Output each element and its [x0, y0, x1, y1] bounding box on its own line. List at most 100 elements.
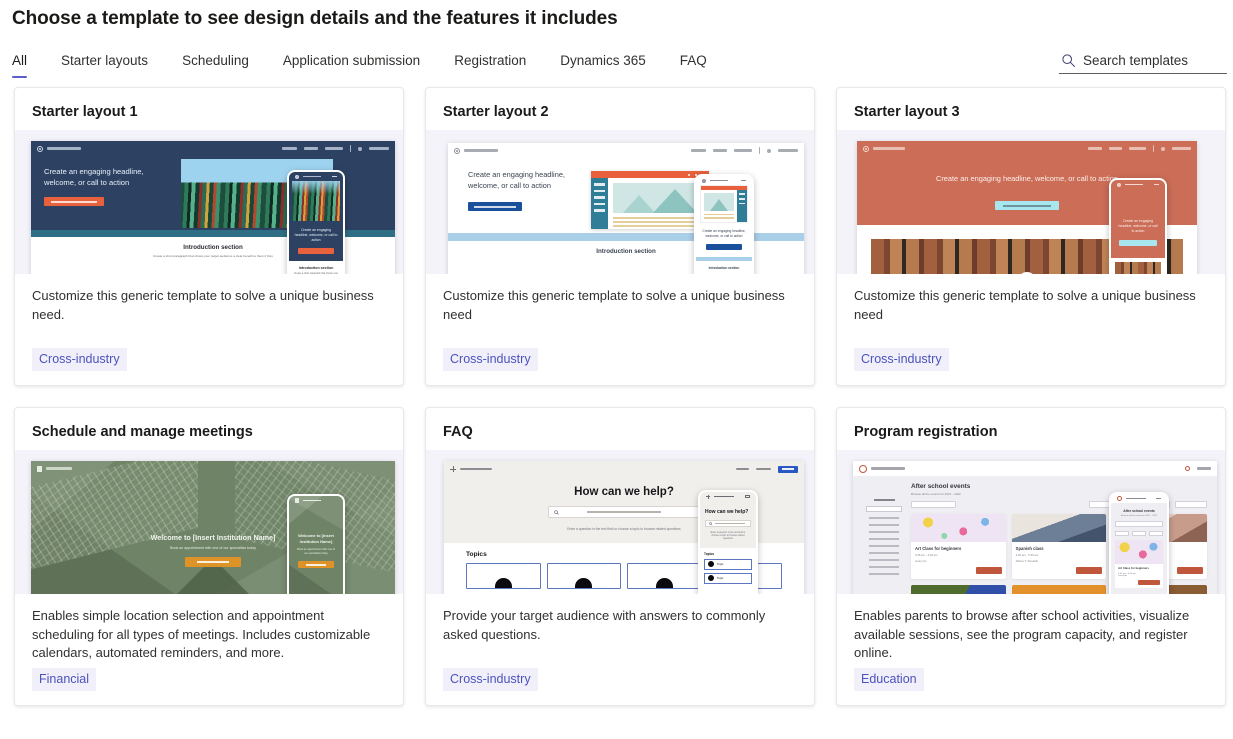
- preview-cta-button: [44, 197, 104, 206]
- preview-company-name: [1126, 498, 1146, 500]
- preview-illustration: [700, 185, 748, 223]
- search-icon: [554, 510, 559, 515]
- nav-link-more: [369, 147, 389, 150]
- card-description: Enables parents to browse after school a…: [837, 594, 1225, 668]
- templates-page: Choose a template to see design details …: [0, 0, 1233, 706]
- class-name: Art Class for beginners: [1118, 567, 1160, 571]
- class-image: [1012, 585, 1107, 594]
- card-description: Customize this generic template to solve…: [15, 274, 403, 348]
- preview-login-button: [778, 466, 798, 473]
- hamburger-icon: [332, 176, 337, 178]
- preview-headline: How can we help?: [700, 501, 756, 515]
- preview-headline: After school events: [911, 483, 1207, 490]
- preview-subhead: Book an appointment with one of our spec…: [31, 546, 395, 550]
- search-icon: [709, 522, 713, 526]
- logo-icon: [706, 495, 710, 499]
- preview-topic-label: Topic: [717, 562, 724, 566]
- preview-topic-card: [627, 563, 702, 589]
- nav-search-icon: [767, 149, 771, 153]
- preview-filter-sort: [1175, 501, 1207, 508]
- topic-icon: [495, 578, 512, 588]
- nav-link-pages: [1109, 147, 1122, 150]
- mobile-preview: Create an engaging headline, welcome, or…: [1109, 178, 1167, 274]
- preview-company-name: [303, 176, 321, 178]
- hamburger-icon: [741, 180, 746, 182]
- logo-icon: [863, 146, 869, 152]
- bank-icon: [295, 498, 299, 503]
- preview-section-heading: Introduction section: [696, 261, 752, 270]
- preview-topic-card: [547, 563, 622, 589]
- preview-topics-heading: Topics: [704, 552, 752, 556]
- tab-faq[interactable]: FAQ: [680, 53, 707, 78]
- preview-company-name: [47, 147, 81, 150]
- nav-link-home: [691, 149, 706, 152]
- preview-cta-button: [995, 201, 1059, 210]
- topic-icon: [656, 578, 673, 588]
- search-input[interactable]: [1083, 53, 1225, 68]
- topic-icon: [708, 575, 714, 581]
- card-tag[interactable]: Cross-industry: [32, 348, 127, 371]
- tab-all[interactable]: All: [12, 53, 27, 78]
- class-name: Spanish class: [1016, 546, 1103, 551]
- tab-scheduling[interactable]: Scheduling: [182, 53, 249, 78]
- preview-cta-button: [298, 248, 334, 254]
- tab-dynamics-365[interactable]: Dynamics 365: [560, 53, 646, 78]
- card-tag-row: Financial: [15, 668, 403, 705]
- mobile-preview: Create an engaging headline, welcome, or…: [287, 170, 345, 274]
- card-tag-row: Cross-industry: [837, 348, 1225, 385]
- preview-headline: After school events: [1111, 503, 1167, 513]
- illustration-lines: [613, 217, 704, 227]
- template-category-tabs: All Starter layouts Scheduling Applicati…: [0, 30, 1233, 78]
- class-register-button: [1177, 567, 1203, 574]
- preview-cta-button: [468, 202, 522, 211]
- card-tag[interactable]: Financial: [32, 668, 96, 691]
- preview-cta-button: [706, 244, 742, 250]
- preview-nav: [31, 141, 395, 156]
- tab-application-submission[interactable]: Application submission: [283, 53, 420, 78]
- card-tag-row: Education: [837, 668, 1225, 705]
- page-title: Choose a template to see design details …: [0, 0, 1233, 30]
- card-tag[interactable]: Cross-industry: [443, 668, 538, 691]
- card-tag[interactable]: Cross-industry: [854, 348, 949, 371]
- preview-illustration: [591, 171, 709, 229]
- search-icon: [1061, 53, 1076, 68]
- preview-company-name: [303, 500, 321, 502]
- template-card-program-registration[interactable]: Program registration: [836, 407, 1226, 706]
- preview-sign-in: [1197, 467, 1211, 470]
- preview-hero-content: Welcome to [Insert Institution Name] Boo…: [31, 533, 395, 567]
- tab-starter-layouts[interactable]: Starter layouts: [61, 53, 148, 78]
- template-card-faq[interactable]: FAQ: [425, 407, 815, 706]
- preview-headline: Create an engaging headline, welcome, or…: [44, 167, 169, 188]
- card-tag[interactable]: Education: [854, 668, 924, 691]
- class-time: 3:45 pm - 4:45 pm: [915, 553, 1002, 557]
- template-card-starter-layout-2[interactable]: Starter layout 2: [425, 87, 815, 386]
- preview-company-name: [460, 468, 492, 471]
- card-description: Customize this generic template to solve…: [837, 274, 1225, 348]
- preview-search-field: [1115, 521, 1163, 527]
- template-card-schedule-and-manage-meetings[interactable]: Schedule and manage meetings Welcome to …: [14, 407, 404, 706]
- preview-headline: Welcome to [Insert Institution Name]: [31, 533, 395, 542]
- preview-company-name: [871, 467, 905, 470]
- mobile-preview: After school events Browse all the event…: [1109, 492, 1169, 594]
- preview-cta-button: [185, 557, 241, 567]
- card-tag[interactable]: Cross-industry: [443, 348, 538, 371]
- hamburger-icon: [745, 495, 750, 498]
- template-card-starter-layout-1[interactable]: Starter layout 1: [14, 87, 404, 386]
- nav-link-pages: [304, 147, 318, 150]
- search-templates-field[interactable]: [1059, 53, 1227, 74]
- class-time: 4:30 am - 5:30 am: [1016, 553, 1103, 557]
- nav-link-more: [1172, 147, 1191, 150]
- preview-nav: [448, 143, 804, 158]
- illustration-image: [613, 183, 704, 213]
- hamburger-icon: [1154, 184, 1159, 186]
- logo-icon: [37, 146, 43, 152]
- preview-company-name: [873, 147, 905, 150]
- template-card-starter-layout-3[interactable]: Starter layout 3: [836, 87, 1226, 386]
- tab-registration[interactable]: Registration: [454, 53, 526, 78]
- card-tag-row: Cross-industry: [426, 348, 814, 385]
- preview-filter-courses: [1132, 531, 1146, 536]
- preview-filters: [1115, 531, 1163, 536]
- card-title: Starter layout 2: [426, 88, 814, 130]
- nav-link-home: [1088, 147, 1102, 150]
- preview-search-field: [705, 520, 751, 527]
